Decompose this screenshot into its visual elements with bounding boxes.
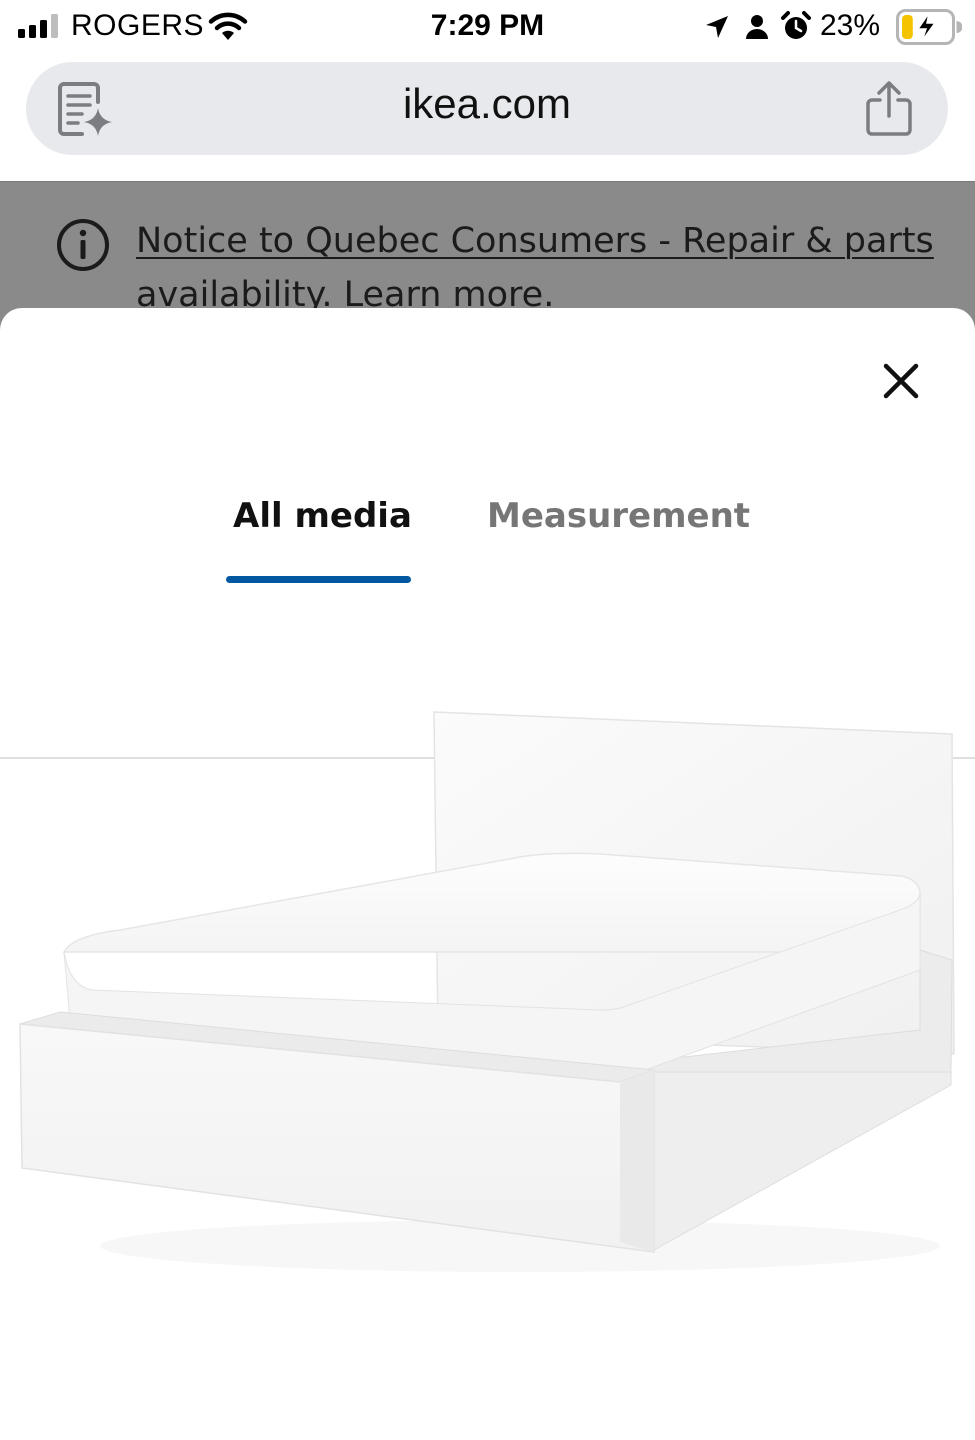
close-button[interactable] <box>872 352 930 410</box>
share-icon[interactable] <box>864 80 914 136</box>
product-image-bed[interactable] <box>0 690 975 1310</box>
battery-percentage: 23% <box>820 9 881 42</box>
person-icon <box>746 15 768 39</box>
url-text[interactable]: ikea.com <box>26 80 948 128</box>
selected-tab-indicator <box>226 576 411 583</box>
media-tabs: All media Measurement <box>0 478 975 759</box>
tab-measurement[interactable]: Measurement <box>487 496 750 536</box>
location-arrow-icon <box>706 16 728 38</box>
status-bar: ROGERS 7:29 PM 23% <box>0 0 975 56</box>
close-icon <box>883 363 919 399</box>
notice-link[interactable]: Notice to Quebec Consumers - Repair & pa… <box>136 214 936 322</box>
alarm-clock-icon <box>781 11 811 39</box>
media-modal: All media Measurement <box>0 308 975 1440</box>
info-icon <box>57 219 109 271</box>
address-bar[interactable]: ikea.com <box>26 62 948 155</box>
screen: ROGERS 7:29 PM 23% ikea.com Notice to Qu… <box>0 0 975 1440</box>
battery-charging-icon <box>896 9 962 45</box>
tab-all-media[interactable]: All media <box>233 496 412 536</box>
